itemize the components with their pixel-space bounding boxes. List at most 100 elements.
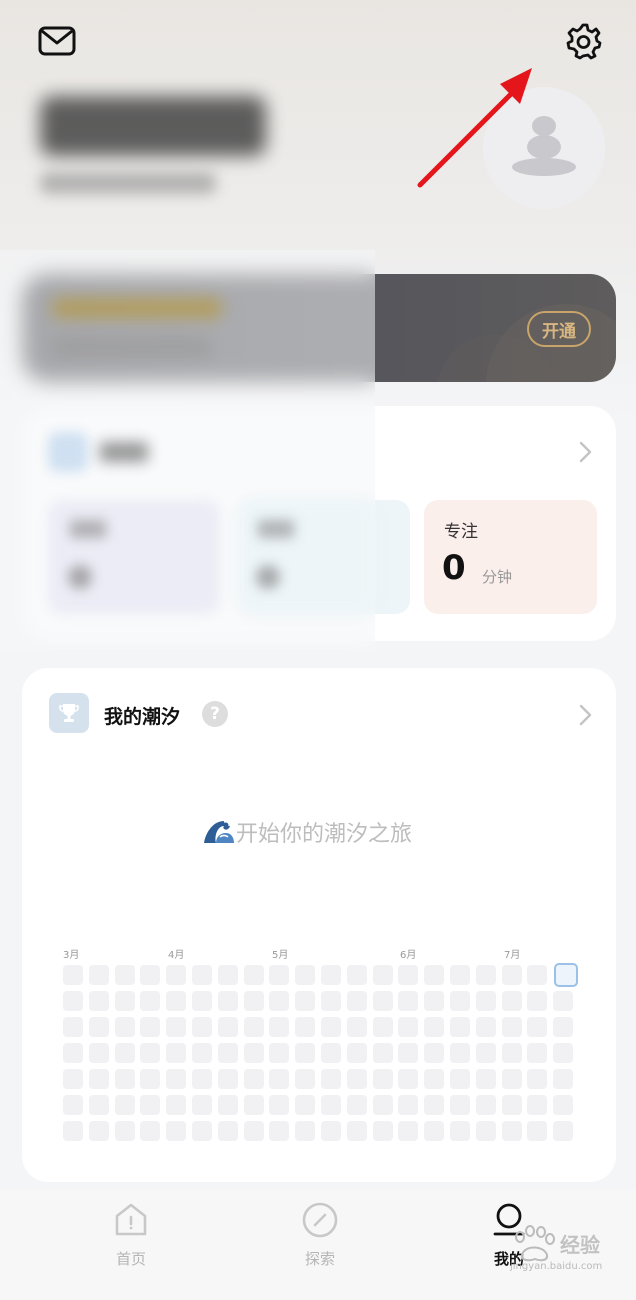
calendar-cell bbox=[449, 1095, 470, 1115]
calendar-cell bbox=[553, 1121, 574, 1141]
chevron-right-icon[interactable] bbox=[578, 440, 594, 464]
focus-stat-tile[interactable]: 专注 0 分钟 bbox=[424, 500, 597, 614]
nav-home[interactable]: 首页 bbox=[86, 1200, 176, 1269]
calendar-cell bbox=[295, 1069, 316, 1089]
calendar-cell bbox=[114, 965, 135, 985]
home-icon bbox=[115, 1203, 147, 1236]
calendar-cell bbox=[217, 1121, 238, 1141]
nav-explore[interactable]: 探索 bbox=[275, 1200, 365, 1269]
calendar-cell bbox=[346, 965, 367, 985]
calendar-cell bbox=[243, 991, 264, 1011]
calendar-cell bbox=[191, 1017, 212, 1037]
paw-icon bbox=[515, 1225, 555, 1262]
calendar-cell bbox=[295, 991, 316, 1011]
nav-label: 探索 bbox=[304, 1250, 335, 1268]
calendar-cell bbox=[140, 1043, 161, 1063]
calendar-cell bbox=[398, 965, 419, 985]
calendar-cell bbox=[424, 1043, 445, 1063]
calendar-cell bbox=[346, 991, 367, 1011]
annotation-arrow bbox=[417, 68, 532, 188]
calendar-cell bbox=[114, 991, 135, 1011]
calendar-cell bbox=[527, 1069, 548, 1089]
calendar-cell bbox=[346, 1017, 367, 1037]
calendar-cell bbox=[475, 1069, 496, 1089]
nav-label: 首页 bbox=[115, 1250, 146, 1268]
calendar-cell bbox=[424, 1069, 445, 1089]
watermark-url: jingyan.baidu.com bbox=[510, 1261, 603, 1272]
calendar-cell bbox=[88, 1121, 109, 1141]
calendar-cell bbox=[217, 965, 238, 985]
privacy-blur-overlay bbox=[0, 250, 375, 650]
tide-card[interactable]: 我的潮汐 ? 开始你的潮汐之旅 3月 4月 5月 6月 7月 bbox=[22, 668, 616, 1182]
activate-vip-button[interactable]: 开通 bbox=[527, 311, 591, 347]
calendar-cell bbox=[501, 965, 522, 985]
calendar-cell bbox=[295, 1043, 316, 1063]
calendar-cell bbox=[140, 1069, 161, 1089]
calendar-cell bbox=[166, 991, 187, 1011]
calendar-cell bbox=[140, 1017, 161, 1037]
calendar-cell bbox=[527, 1121, 548, 1141]
calendar-cell bbox=[320, 965, 341, 985]
calendar-cell bbox=[295, 1121, 316, 1141]
calendar-cell bbox=[449, 965, 470, 985]
calendar-cell bbox=[449, 1043, 470, 1063]
month-label: 4月 bbox=[168, 950, 185, 961]
bottom-nav: 首页 探索 我的 经验 jingyan.baidu.com bbox=[0, 1190, 636, 1300]
calendar-cell bbox=[449, 1069, 470, 1089]
tide-title: 我的潮汐 bbox=[104, 706, 181, 728]
calendar-cell bbox=[372, 991, 393, 1011]
calendar-cell bbox=[372, 1069, 393, 1089]
calendar-cell bbox=[320, 1043, 341, 1063]
calendar-cell bbox=[501, 1121, 522, 1141]
calendar-cell bbox=[475, 1095, 496, 1115]
calendar-cell bbox=[217, 1043, 238, 1063]
calendar-cell bbox=[346, 1095, 367, 1115]
compass-icon bbox=[302, 1202, 338, 1238]
calendar-cell bbox=[398, 1095, 419, 1115]
calendar-cell bbox=[166, 1017, 187, 1037]
calendar-cell bbox=[475, 965, 496, 985]
today-cell[interactable] bbox=[554, 963, 578, 987]
calendar-cell bbox=[88, 991, 109, 1011]
calendar-cell bbox=[88, 965, 109, 985]
calendar-cell bbox=[243, 1121, 264, 1141]
mail-icon[interactable] bbox=[38, 26, 76, 56]
username-blurred bbox=[40, 96, 266, 156]
calendar-cell bbox=[63, 965, 83, 985]
calendar-cell bbox=[424, 1095, 445, 1115]
calendar-cell bbox=[295, 1017, 316, 1037]
calendar-cell bbox=[191, 1069, 212, 1089]
calendar-cell bbox=[398, 1069, 419, 1089]
calendar-cell bbox=[501, 1043, 522, 1063]
calendar-cell bbox=[166, 1095, 187, 1115]
calendar-cell bbox=[269, 1069, 290, 1089]
help-icon[interactable]: ? bbox=[202, 701, 228, 727]
calendar-cell bbox=[475, 1043, 496, 1063]
tide-calendar-grid bbox=[63, 965, 574, 1141]
calendar-cell bbox=[269, 1095, 290, 1115]
calendar-cell bbox=[140, 1095, 161, 1115]
calendar-cell bbox=[553, 1017, 574, 1037]
calendar-cell bbox=[191, 965, 212, 985]
chevron-right-icon[interactable] bbox=[578, 703, 594, 727]
gear-icon[interactable] bbox=[564, 22, 602, 60]
calendar-cell bbox=[346, 1121, 367, 1141]
focus-unit: 分钟 bbox=[482, 568, 513, 586]
calendar-cell bbox=[475, 991, 496, 1011]
calendar-cell bbox=[243, 1095, 264, 1115]
calendar-cell bbox=[166, 1043, 187, 1063]
calendar-cell bbox=[449, 1121, 470, 1141]
calendar-cell bbox=[140, 1121, 161, 1141]
calendar-cell bbox=[449, 1017, 470, 1037]
calendar-cell bbox=[527, 965, 548, 985]
calendar-cell bbox=[217, 1017, 238, 1037]
calendar-cell bbox=[63, 1043, 83, 1063]
calendar-cell bbox=[243, 965, 264, 985]
calendar-cell bbox=[217, 1069, 238, 1089]
wave-icon bbox=[204, 820, 234, 843]
calendar-cell bbox=[320, 1017, 341, 1037]
calendar-cell bbox=[553, 1069, 574, 1089]
month-label: 3月 bbox=[63, 950, 80, 961]
calendar-cell bbox=[346, 1069, 367, 1089]
tide-empty-message: 开始你的潮汐之旅 bbox=[236, 822, 413, 847]
